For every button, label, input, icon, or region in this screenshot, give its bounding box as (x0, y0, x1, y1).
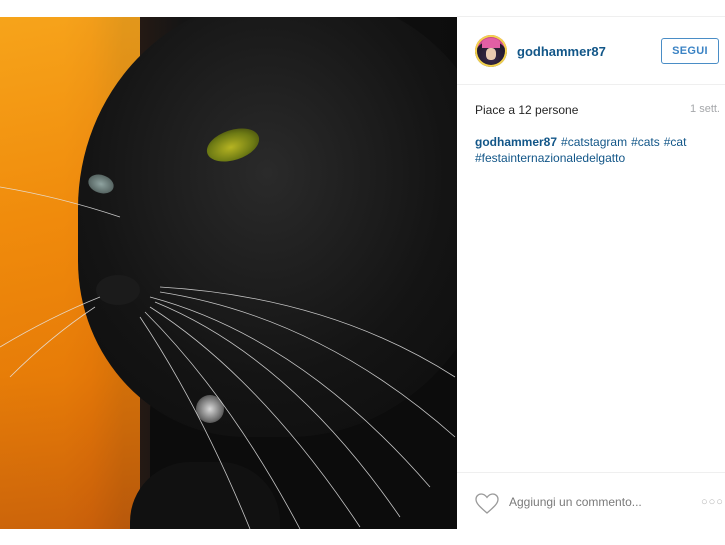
hashtag-link[interactable]: #cat (664, 135, 687, 149)
post-sidebar: godhammer87 SEGUI Piace a 12 persone 1 s… (457, 17, 725, 529)
avatar[interactable] (475, 35, 507, 67)
hashtag-link[interactable]: #festainternazionaledelgatto (475, 151, 625, 165)
post-caption: godhammer87 #catstagram #cats #cat #festaint… (475, 134, 719, 166)
caption-username[interactable]: godhammer87 (475, 135, 557, 149)
comment-input[interactable]: Aggiungi un commento... (509, 495, 679, 513)
heart-icon[interactable] (475, 493, 499, 514)
post-header: godhammer87 SEGUI (457, 17, 725, 85)
post-footer: Aggiungi un commento... ○○○ (457, 472, 725, 530)
more-options-icon[interactable]: ○○○ (701, 496, 724, 508)
follow-button[interactable]: SEGUI (661, 38, 719, 64)
post-photo[interactable] (0, 17, 457, 529)
hashtag-link[interactable]: #cats (631, 135, 660, 149)
likes-count[interactable]: Piace a 12 persone (475, 103, 578, 117)
post-time[interactable]: 1 sett. (690, 103, 720, 115)
username-link[interactable]: godhammer87 (517, 44, 606, 59)
whiskers-overlay (0, 186, 456, 529)
hashtag-link[interactable]: #catstagram (561, 135, 627, 149)
